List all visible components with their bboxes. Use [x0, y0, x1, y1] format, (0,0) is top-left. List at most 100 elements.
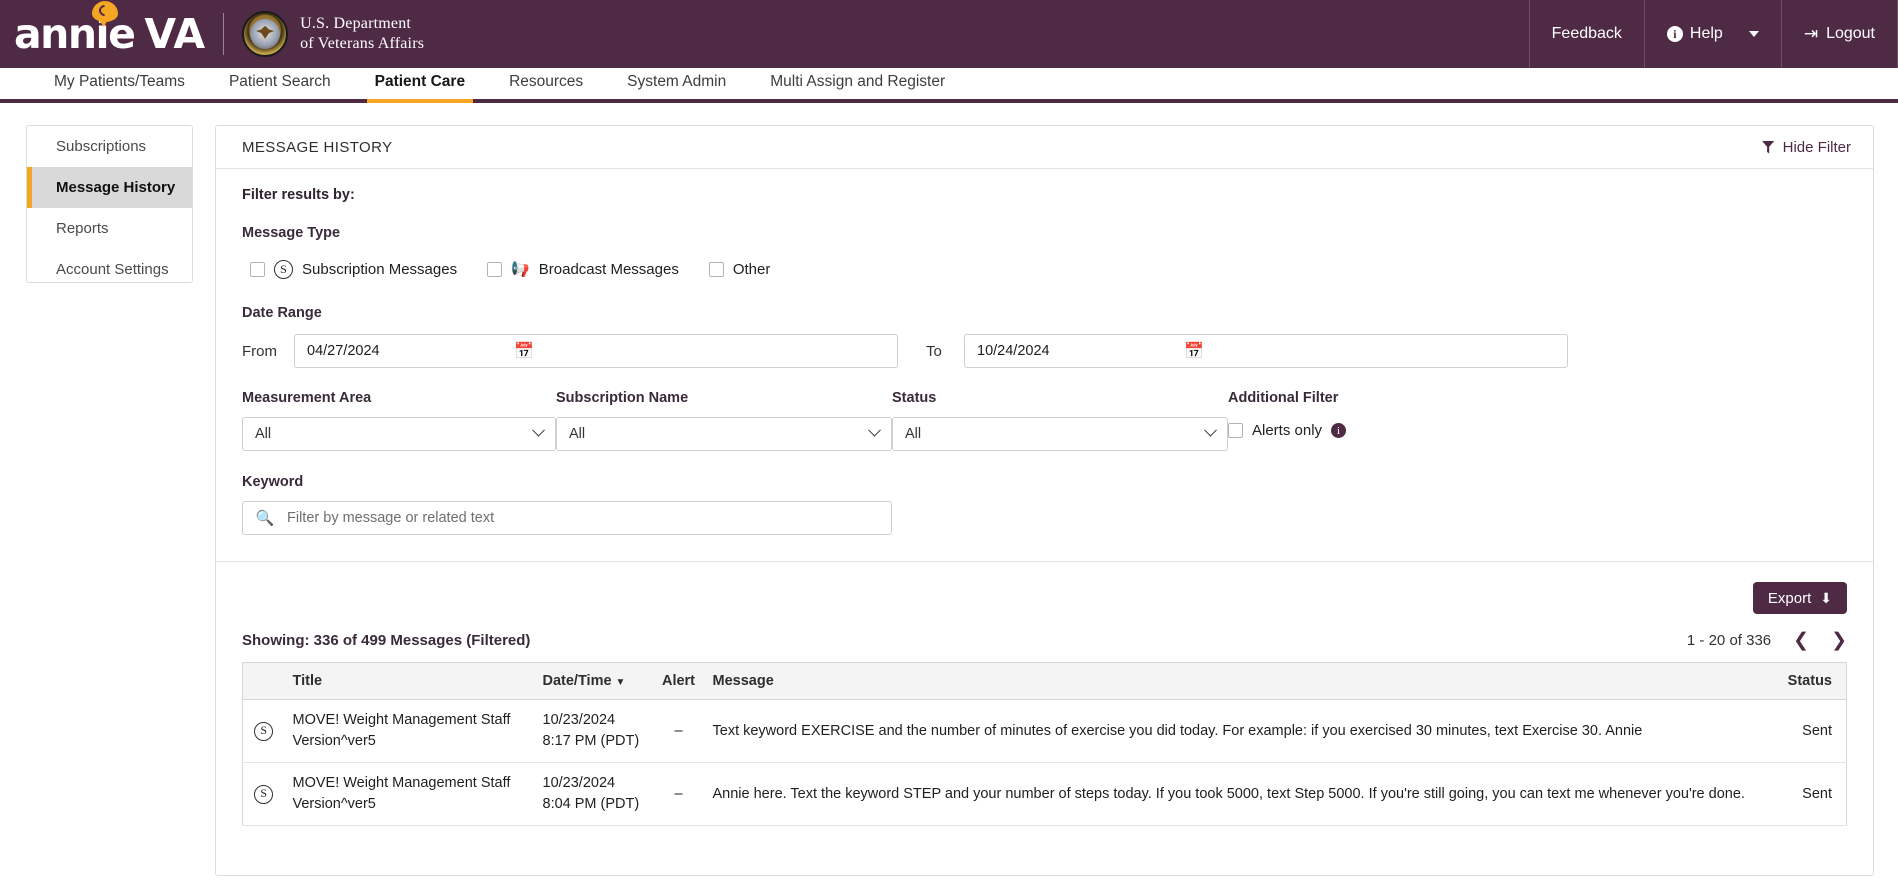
measurement-area-filter: Measurement Area All	[242, 390, 556, 451]
feedback-button[interactable]: Feedback	[1528, 0, 1644, 68]
row-type-icon-cell: S	[242, 699, 285, 764]
keyword-search-box[interactable]: 🔍	[242, 501, 892, 535]
nav-tab-multi-assign-register[interactable]: Multi Assign and Register	[748, 64, 967, 99]
subscription-name-label: Subscription Name	[556, 390, 689, 406]
hide-filter-button[interactable]: Hide Filter	[1761, 138, 1851, 156]
status-label: Status	[892, 390, 937, 406]
date-from-field[interactable]: 📅	[294, 334, 898, 368]
filter-section: Filter results by: Message Type S Subscr…	[216, 169, 1873, 562]
keyword-filter: Keyword 🔍	[242, 473, 1847, 535]
calendar-icon[interactable]: 📅	[1176, 335, 1212, 367]
checkbox-box[interactable]	[487, 262, 503, 277]
selected-value: All	[569, 426, 586, 442]
to-label: To	[926, 342, 942, 360]
sidebar-item-account-settings[interactable]: Account Settings	[27, 249, 192, 282]
column-date-time[interactable]: Date/Time ▼	[534, 662, 653, 700]
nav-tab-system-admin[interactable]: System Admin	[605, 64, 748, 99]
messages-table: Title Date/Time▼ Alert Message Status S	[242, 662, 1847, 827]
row-alert: –	[652, 762, 705, 827]
option-label: Subscription Messages	[302, 261, 458, 278]
row-message: Annie here. Text the keyword STEP and yo…	[704, 762, 1780, 827]
keyword-label: Keyword	[242, 474, 304, 490]
filter-heading: Filter results by:	[242, 187, 355, 203]
sidebar-item-subscriptions[interactable]: Subscriptions	[27, 126, 192, 167]
speech-bubble-icon	[92, 0, 118, 27]
va-wordmark: VA	[144, 9, 206, 58]
row-time: 8:04 PM (PDT)	[542, 796, 640, 813]
nav-tab-patient-search[interactable]: Patient Search	[207, 64, 353, 99]
chevron-down-icon	[1204, 423, 1217, 437]
checkbox-box[interactable]	[1228, 423, 1243, 438]
info-icon: i	[1666, 26, 1683, 42]
row-date: 10/23/2024	[542, 712, 616, 728]
status-select[interactable]: All	[892, 417, 1228, 451]
measurement-area-label: Measurement Area	[242, 390, 372, 406]
va-department-text: U.S. Department of Veterans Affairs	[300, 14, 424, 54]
brand-area: annie VA U.S. Department of Veterans Affa…	[0, 0, 424, 68]
row-time: 8:17 PM (PDT)	[542, 733, 640, 750]
keyword-search-input[interactable]	[287, 502, 891, 534]
help-menu-button[interactable]: i Help	[1643, 0, 1781, 68]
chevron-down-icon	[868, 423, 881, 437]
table-row[interactable]: S MOVE! Weight Management Staff Version^…	[242, 762, 1847, 827]
search-icon: 🔍	[255, 510, 275, 527]
nav-tab-my-patients-teams[interactable]: My Patients/Teams	[32, 64, 207, 99]
hide-filter-label: Hide Filter	[1782, 138, 1851, 156]
download-icon: ⬇	[1820, 589, 1832, 606]
row-status: Sent	[1779, 762, 1847, 827]
logout-button[interactable]: ⇥ Logout	[1780, 0, 1898, 68]
column-icon	[242, 662, 285, 700]
date-to-field[interactable]: 📅	[964, 334, 1568, 368]
sidebar-item-reports[interactable]: Reports	[27, 208, 192, 249]
sidebar-item-label: Account Settings	[56, 261, 169, 278]
additional-filter-label: Additional Filter	[1228, 390, 1339, 406]
column-title[interactable]: Title	[284, 662, 535, 700]
subscription-name-filter: Subscription Name All	[556, 390, 892, 451]
chevron-down-icon	[532, 423, 545, 437]
previous-page-icon[interactable]: ❮	[1793, 631, 1809, 650]
checkbox-box[interactable]	[708, 262, 724, 277]
calendar-icon[interactable]: 📅	[506, 335, 542, 367]
row-datetime: 10/23/2024 8:17 PM (PDT)	[534, 699, 653, 764]
from-label: From	[242, 342, 277, 360]
sidebar-menu: Subscriptions Message History Reports Ac…	[26, 125, 193, 283]
column-status[interactable]: Status	[1779, 662, 1847, 700]
table-row[interactable]: S MOVE! Weight Management Staff Version^…	[242, 699, 1847, 764]
checkbox-box[interactable]	[250, 262, 265, 277]
pagination-controls: 1 - 20 of 336 ❮ ❯	[1687, 631, 1847, 650]
date-from-input[interactable]	[295, 335, 506, 367]
info-icon[interactable]: i	[1331, 423, 1347, 438]
nav-tab-patient-care[interactable]: Patient Care	[353, 64, 487, 103]
sidebar-item-message-history[interactable]: Message History	[27, 167, 192, 208]
export-row: Export ⬇	[216, 562, 1873, 614]
table-header: Title Date/Time ▼ Alert Message Status	[242, 662, 1847, 700]
s-circle-icon: S	[274, 260, 293, 279]
results-summary-row: Showing: 336 of 499 Messages (Filtered) …	[216, 614, 1873, 650]
pagination-range: 1 - 20 of 336	[1686, 632, 1772, 649]
checkbox-alerts-only[interactable]: Alerts only i	[1228, 422, 1528, 439]
export-button[interactable]: Export ⬇	[1752, 582, 1847, 614]
checkbox-other[interactable]: Other	[708, 261, 770, 278]
message-type-label: Message Type	[242, 225, 341, 241]
nav-tab-resources[interactable]: Resources	[487, 64, 605, 99]
page-title: MESSAGE HISTORY	[242, 138, 393, 156]
page-body: Subscriptions Message History Reports Ac…	[0, 103, 1898, 876]
header-actions: Feedback i Help ⇥ Logout	[1528, 0, 1898, 68]
logout-label: Logout	[1826, 25, 1875, 42]
chevron-down-icon[interactable]	[1748, 31, 1759, 37]
measurement-area-select[interactable]: All	[242, 417, 556, 451]
feedback-label: Feedback	[1551, 25, 1622, 42]
subscription-name-select[interactable]: All	[556, 417, 892, 451]
showing-count: Showing: 336 of 499 Messages (Filtered)	[242, 632, 531, 649]
messages-table-wrapper: Title Date/Time▼ Alert Message Status S	[216, 650, 1873, 875]
checkbox-broadcast-messages[interactable]: 📢 Broadcast Messages	[487, 261, 679, 278]
checkbox-subscription-messages[interactable]: S Subscription Messages	[250, 260, 457, 279]
top-header-bar: annie VA U.S. Department of Veterans Affa…	[0, 0, 1898, 68]
sidebar-item-label: Message History	[56, 179, 176, 196]
column-message[interactable]: Message	[704, 662, 1780, 700]
date-to-input[interactable]	[965, 335, 1176, 367]
next-page-icon[interactable]: ❯	[1831, 631, 1847, 650]
header-spacer	[424, 0, 1528, 68]
column-alert[interactable]: Alert	[652, 662, 705, 700]
row-message: Text keyword EXERCISE and the number of …	[704, 699, 1780, 764]
